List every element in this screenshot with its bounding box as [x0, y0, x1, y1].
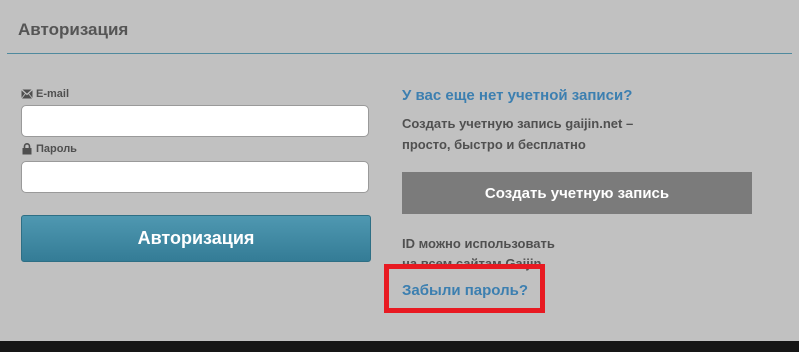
forgot-password-link[interactable]: Забыли пароль?: [402, 282, 532, 299]
register-description-line: просто, быстро и бесплатно: [402, 137, 586, 152]
envelope-icon: [21, 89, 33, 100]
id-note-line: ID можно использовать: [402, 236, 555, 251]
create-account-button[interactable]: Создать учетную запись: [402, 172, 752, 214]
login-panel: Авторизация E-mail Пароль Авторизация У …: [0, 0, 799, 341]
id-note-line: на всем сайтам Gaijin: [402, 256, 542, 271]
bottom-bar: [0, 341, 799, 352]
header-divider: [7, 53, 792, 54]
email-label: E-mail: [21, 88, 69, 100]
register-description: Создать учетную запись gaijin.net – прос…: [402, 113, 662, 155]
password-input[interactable]: [21, 161, 369, 193]
password-label: Пароль: [21, 143, 77, 155]
email-input[interactable]: [21, 105, 369, 137]
register-description-line: Создать учетную запись gaijin.net –: [402, 116, 634, 131]
password-label-text: Пароль: [36, 143, 77, 155]
email-label-text: E-mail: [36, 88, 70, 100]
page-title: Авторизация: [18, 20, 129, 39]
id-usage-note: ID можно использовать на всем сайтам Gai…: [402, 234, 602, 274]
login-button[interactable]: Авторизация: [21, 215, 371, 262]
lock-icon: [21, 143, 33, 155]
no-account-heading: У вас еще нет учетной записи?: [402, 87, 633, 104]
